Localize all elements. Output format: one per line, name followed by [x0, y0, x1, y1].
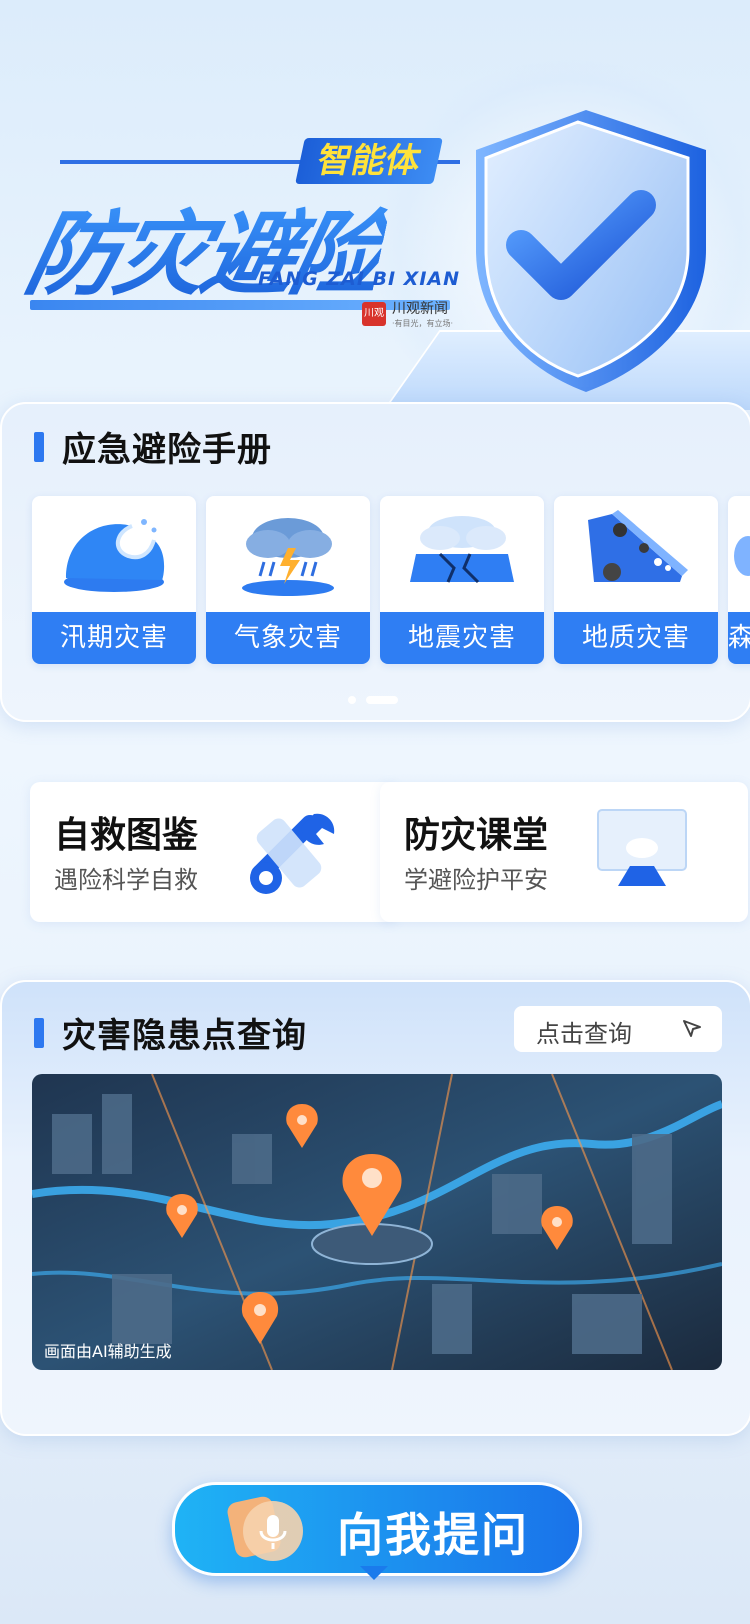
- hazard-label: 气象灾害: [206, 612, 370, 664]
- emergency-manual-card: 应急避险手册 汛期灾害 气象灾害 地震灾害 地质灾害: [0, 402, 750, 722]
- shield-check-icon: [476, 110, 706, 392]
- brand-logo: 川观 川观新闻 ·有目光，有立场·: [362, 298, 453, 329]
- hazard-label: 森: [728, 612, 750, 664]
- hazard-label: 地震灾害: [380, 612, 544, 664]
- ai-generated-note: 画面由AI辅助生成: [44, 1342, 172, 1361]
- earthquake-icon: [410, 516, 514, 584]
- flood-wave-icon: [64, 519, 165, 592]
- hazard-card-earthquake[interactable]: 地震灾害: [380, 496, 544, 664]
- manual-title: 应急避险手册: [62, 430, 272, 470]
- hero-title: 防灾避险: [16, 180, 396, 313]
- shortcut-title: 自救图鉴: [54, 815, 199, 856]
- hazard-card-forest[interactable]: 森: [728, 496, 750, 664]
- storm-cloud-icon: [242, 518, 334, 596]
- ask-me-button[interactable]: 向我提问: [172, 1482, 582, 1576]
- landslide-icon: [588, 510, 688, 582]
- query-header: 灾害隐患点查询: [34, 1008, 307, 1057]
- hazard-label: 汛期灾害: [32, 612, 196, 664]
- ask-bubble-tail: [360, 1566, 388, 1580]
- section-marker: [34, 1017, 44, 1048]
- microphone-icon: [227, 1496, 303, 1561]
- hero-tag: 智能体: [295, 138, 443, 184]
- shortcut-title: 防灾课堂: [404, 815, 549, 856]
- hero-pinyin: FANG ZAI BI XIAN: [258, 268, 461, 290]
- ask-button-label: 向我提问: [337, 1508, 529, 1562]
- cursor-click-icon: [683, 1020, 701, 1037]
- hazard-card-geology[interactable]: 地质灾害: [554, 496, 718, 664]
- query-title: 灾害隐患点查询: [62, 1016, 307, 1056]
- section-marker: [34, 431, 44, 462]
- map-illustration: [32, 1074, 722, 1370]
- classroom-screen-icon: [597, 809, 687, 886]
- hazard-query-card: 灾害隐患点查询 点击查询 画面由AI辅助生成: [0, 980, 750, 1436]
- pager-dot-active[interactable]: [366, 696, 398, 704]
- forest-fire-icon: [734, 536, 750, 576]
- brand-slogan: ·有目光，有立场·: [392, 319, 454, 328]
- hazard-label: 地质灾害: [554, 612, 718, 664]
- wrench-icon: [250, 813, 335, 894]
- query-button-label: 点击查询: [536, 1020, 632, 1048]
- hero-banner: 智能体 防灾避险 FANG ZAI BI XIAN 川观 川观新闻 ·有目光，有…: [0, 0, 750, 410]
- carousel-pager: [348, 696, 398, 704]
- self-rescue-card[interactable]: 自救图鉴 遇险科学自救: [30, 782, 398, 922]
- hazard-card-list: 汛期灾害 气象灾害 地震灾害 地质灾害: [32, 496, 750, 664]
- brand-name: 川观新闻: [392, 301, 448, 317]
- shortcut-subtitle: 遇险科学自救: [54, 866, 198, 894]
- hazard-card-flood[interactable]: 汛期灾害: [32, 496, 196, 664]
- pager-dot[interactable]: [348, 696, 356, 704]
- brand-mark: 川观: [362, 301, 386, 326]
- hazard-map-image[interactable]: 画面由AI辅助生成: [32, 1074, 722, 1370]
- query-button[interactable]: 点击查询: [514, 1006, 722, 1052]
- hazard-card-weather[interactable]: 气象灾害: [206, 496, 370, 664]
- shortcut-subtitle: 学避险护平安: [404, 866, 548, 894]
- classroom-card[interactable]: 防灾课堂 学避险护平安: [380, 782, 748, 922]
- manual-header: 应急避险手册: [34, 422, 272, 471]
